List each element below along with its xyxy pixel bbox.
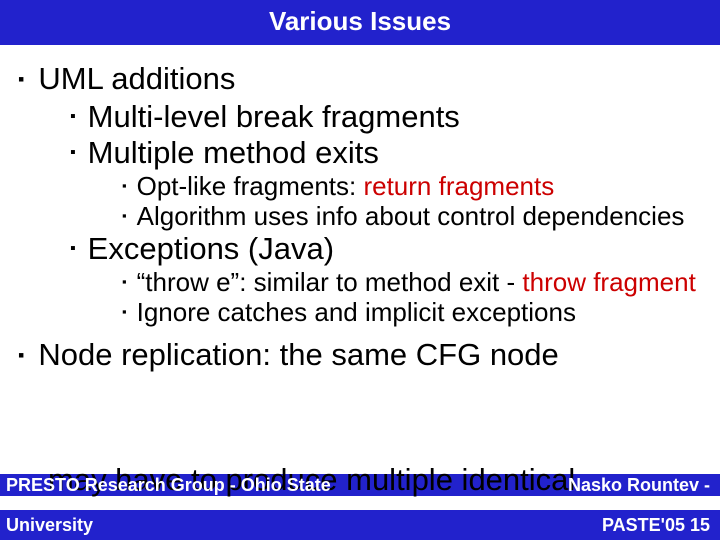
- page-number: PASTE'05 15: [602, 514, 710, 536]
- list-item: ▪ Exceptions (Java): [70, 231, 702, 267]
- list-item: ▪ Ignore catches and implicit exceptions: [122, 297, 702, 327]
- bullet-icon: ▪: [122, 267, 127, 297]
- item-text: “throw e”: similar to method exit - thro…: [137, 267, 696, 297]
- item-text: Opt-like fragments: return fragments: [137, 171, 555, 201]
- emphasis-text: return fragments: [363, 171, 554, 201]
- bullet-icon: ▪: [18, 61, 24, 97]
- list-item: ▪ Algorithm uses info about control depe…: [122, 201, 702, 231]
- text-fragment: Opt-like fragments:: [137, 171, 364, 201]
- text-fragment: “throw e”: similar to method exit -: [137, 267, 523, 297]
- list-item: ▪ Multi-level break fragments: [70, 99, 702, 135]
- list-level3: ▪ Opt-like fragments: return fragments ▪…: [122, 171, 702, 231]
- slide-body: ▪ UML additions ▪ Multi-level break frag…: [0, 45, 720, 373]
- bullet-icon: ▪: [122, 201, 127, 231]
- footer-university: University: [6, 514, 93, 536]
- item-text: Algorithm uses info about control depend…: [137, 201, 685, 231]
- item-text: Node replication: the same CFG node: [38, 337, 558, 373]
- list-item: ▪ Opt-like fragments: return fragments: [122, 171, 702, 201]
- item-text: UML additions: [38, 61, 235, 97]
- list-item: ▪ Node replication: the same CFG node: [18, 337, 702, 373]
- item-text: Multi-level break fragments: [88, 99, 460, 135]
- bullet-icon: ▪: [70, 135, 76, 171]
- item-text: Ignore catches and implicit exceptions: [137, 297, 576, 327]
- bullet-icon: ▪: [122, 297, 127, 327]
- footer-author: Nasko Rountev -: [568, 475, 710, 496]
- slide-title: Various Issues: [0, 0, 720, 45]
- bullet-icon: ▪: [18, 337, 24, 373]
- footer-right: PASTE'05 15: [602, 514, 710, 536]
- list-level2: ▪ Exceptions (Java): [70, 231, 702, 267]
- list-level3: ▪ “throw e”: similar to method exit - th…: [122, 267, 702, 327]
- bullet-icon: ▪: [70, 99, 76, 135]
- slide-footer: University PASTE'05 15: [0, 510, 720, 540]
- text-fragment: PREST: [6, 475, 66, 495]
- list-item: ▪ UML additions: [18, 61, 702, 97]
- list-level2: ▪ Multi-level break fragments ▪ Multiple…: [70, 99, 702, 171]
- text-fragment: O Research Group - Ohio State: [66, 475, 331, 495]
- item-text: Multiple method exits: [88, 135, 379, 171]
- emphasis-text: throw fragment: [522, 267, 695, 297]
- list-level1: ▪ UML additions ▪ Multi-level break frag…: [18, 61, 702, 373]
- bullet-icon: ▪: [70, 231, 76, 267]
- list-item: ▪ “throw e”: similar to method exit - th…: [122, 267, 702, 297]
- item-text: Exceptions (Java): [88, 231, 334, 267]
- footer-left-fragment: PRESTO Research Group - Ohio State: [6, 475, 331, 496]
- overlap-region: may have to produce multiple identical P…: [0, 462, 720, 496]
- slide: Various Issues ▪ UML additions ▪ Multi-l…: [0, 0, 720, 540]
- footer-left: University: [6, 514, 93, 536]
- bullet-icon: ▪: [122, 171, 127, 201]
- list-item: ▪ Multiple method exits: [70, 135, 702, 171]
